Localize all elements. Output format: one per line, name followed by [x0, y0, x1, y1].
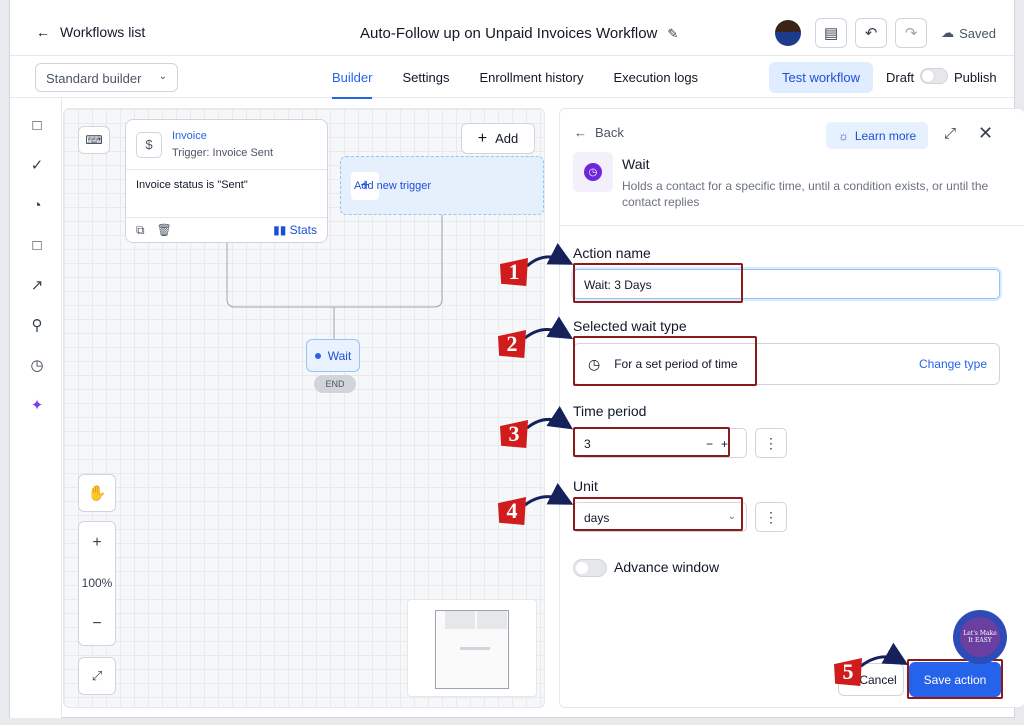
panel-description: Holds a contact for a specific time, unt… — [622, 179, 989, 209]
pencil-icon[interactable]: ✎ — [667, 26, 678, 42]
highlight-box-4 — [573, 497, 743, 531]
step-badge-4: 4 — [498, 497, 526, 525]
end-tag: END — [314, 375, 356, 393]
status-dot — [314, 352, 321, 359]
action-name-label: Action name — [573, 245, 651, 261]
external-link-icon[interactable]: ↗ — [27, 276, 47, 296]
tabs: Builder Settings Enrollment history Exec… — [332, 56, 699, 99]
top-bar: ← Workflows list Auto-Follow up on Unpai… — [10, 10, 1014, 56]
document-icon[interactable]: ▤ — [815, 18, 848, 48]
minimap-viewport — [435, 610, 509, 689]
tab-builder[interactable]: Builder — [332, 56, 373, 99]
change-type-link[interactable]: Change type — [919, 357, 987, 371]
zoom-level: 100% — [81, 576, 113, 591]
avatar[interactable] — [775, 20, 802, 46]
chevron-down-icon: ⌄ — [158, 71, 167, 82]
highlight-box-5 — [907, 659, 1003, 699]
step-badge-3: 3 — [500, 420, 528, 448]
highlight-box-3 — [573, 427, 730, 457]
sparkle-icon[interactable]: ✦ — [27, 396, 47, 416]
advance-window-label: Advance window — [614, 559, 720, 575]
zoom-controls: + 100% − — [78, 521, 116, 646]
saved-status: ☁ Saved — [941, 25, 996, 41]
wait-node[interactable]: Wait — [306, 339, 360, 372]
search-icon[interactable]: ⚲ — [27, 316, 47, 336]
file-icon[interactable]: □ — [27, 236, 47, 256]
minimap[interactable] — [407, 599, 537, 697]
lightbulb-icon: ☼ — [837, 128, 849, 143]
draft-label: Draft — [886, 70, 915, 85]
workflows-list-link[interactable]: ← Workflows list — [36, 24, 145, 40]
brand-logo: Let's Make It EASY — [953, 610, 1007, 664]
test-workflow-button[interactable]: Test workflow — [769, 62, 873, 93]
wait-type-label: Selected wait type — [573, 318, 687, 334]
app-window: ← Workflows list Auto-Follow up on Unpai… — [9, 0, 1024, 718]
check-circle-icon[interactable]: ✓ — [27, 156, 47, 176]
back-button[interactable]: ← Back — [574, 125, 624, 140]
tab-settings[interactable]: Settings — [402, 56, 449, 98]
panel-title: Wait — [622, 156, 650, 172]
cloud-icon: ☁ — [941, 25, 955, 40]
workflow-title[interactable]: Auto-Follow up on Unpaid Invoices Workfl… — [360, 25, 678, 42]
step-badge-1: 1 — [500, 258, 528, 286]
more-options-icon[interactable]: ⋮ — [755, 502, 787, 532]
connector-lines — [226, 215, 443, 339]
top-actions: ▤ ↶ ↷ ☁ Saved — [775, 18, 996, 48]
highlight-box-2 — [573, 336, 757, 386]
publish-toggle[interactable] — [920, 68, 948, 84]
arrow-left-icon: ← — [574, 125, 587, 140]
undo-icon[interactable]: ↶ — [855, 18, 888, 48]
history-icon[interactable]: ◷ — [27, 356, 47, 376]
publish-label: Publish — [954, 70, 997, 85]
workflow-canvas[interactable]: ⌨ $ Invoice Trigger: Invoice Sent Invoic… — [63, 108, 545, 708]
brand-logo-text: Let's Make It EASY — [960, 617, 1000, 657]
tab-execution-logs[interactable]: Execution logs — [614, 56, 699, 98]
tab-enrollment-history[interactable]: Enrollment history — [479, 56, 583, 98]
fit-screen-icon[interactable]: ⤢ — [78, 657, 116, 695]
zoom-in-icon[interactable]: + — [92, 534, 101, 552]
wait-icon: ◷ — [573, 152, 613, 192]
step-badge-2: 2 — [498, 330, 526, 358]
redo-icon[interactable]: ↷ — [895, 18, 928, 48]
unit-label: Unit — [573, 478, 598, 494]
arrow-left-icon: ← — [36, 24, 50, 40]
zoom-out-icon[interactable]: − — [92, 615, 101, 633]
close-icon[interactable]: ✕ — [978, 123, 993, 144]
time-period-label: Time period — [573, 403, 647, 419]
highlight-box-1 — [573, 263, 743, 303]
tab-bar: Standard builder ⌄ Builder Settings Enro… — [10, 56, 1014, 99]
chat-icon[interactable]: □ — [27, 116, 47, 136]
action-panel: ← Back ☼ Learn more ⤢ ✕ ◷ Wait Holds a c… — [559, 108, 1024, 708]
step-badge-5: 5 — [834, 658, 862, 686]
learn-more-button[interactable]: ☼ Learn more — [826, 122, 928, 149]
pie-chart-icon[interactable]: ◔ — [27, 196, 47, 216]
builder-select[interactable]: Standard builder ⌄ — [35, 63, 178, 92]
divider — [560, 225, 1024, 226]
expand-icon[interactable]: ⤢ — [944, 125, 956, 142]
left-rail: □ ✓ ◔ □ ↗ ⚲ ◷ ✦ — [10, 98, 62, 718]
advance-window-toggle[interactable] — [573, 559, 607, 577]
more-options-icon[interactable]: ⋮ — [755, 428, 787, 458]
hand-icon[interactable]: ✋ — [78, 474, 116, 512]
